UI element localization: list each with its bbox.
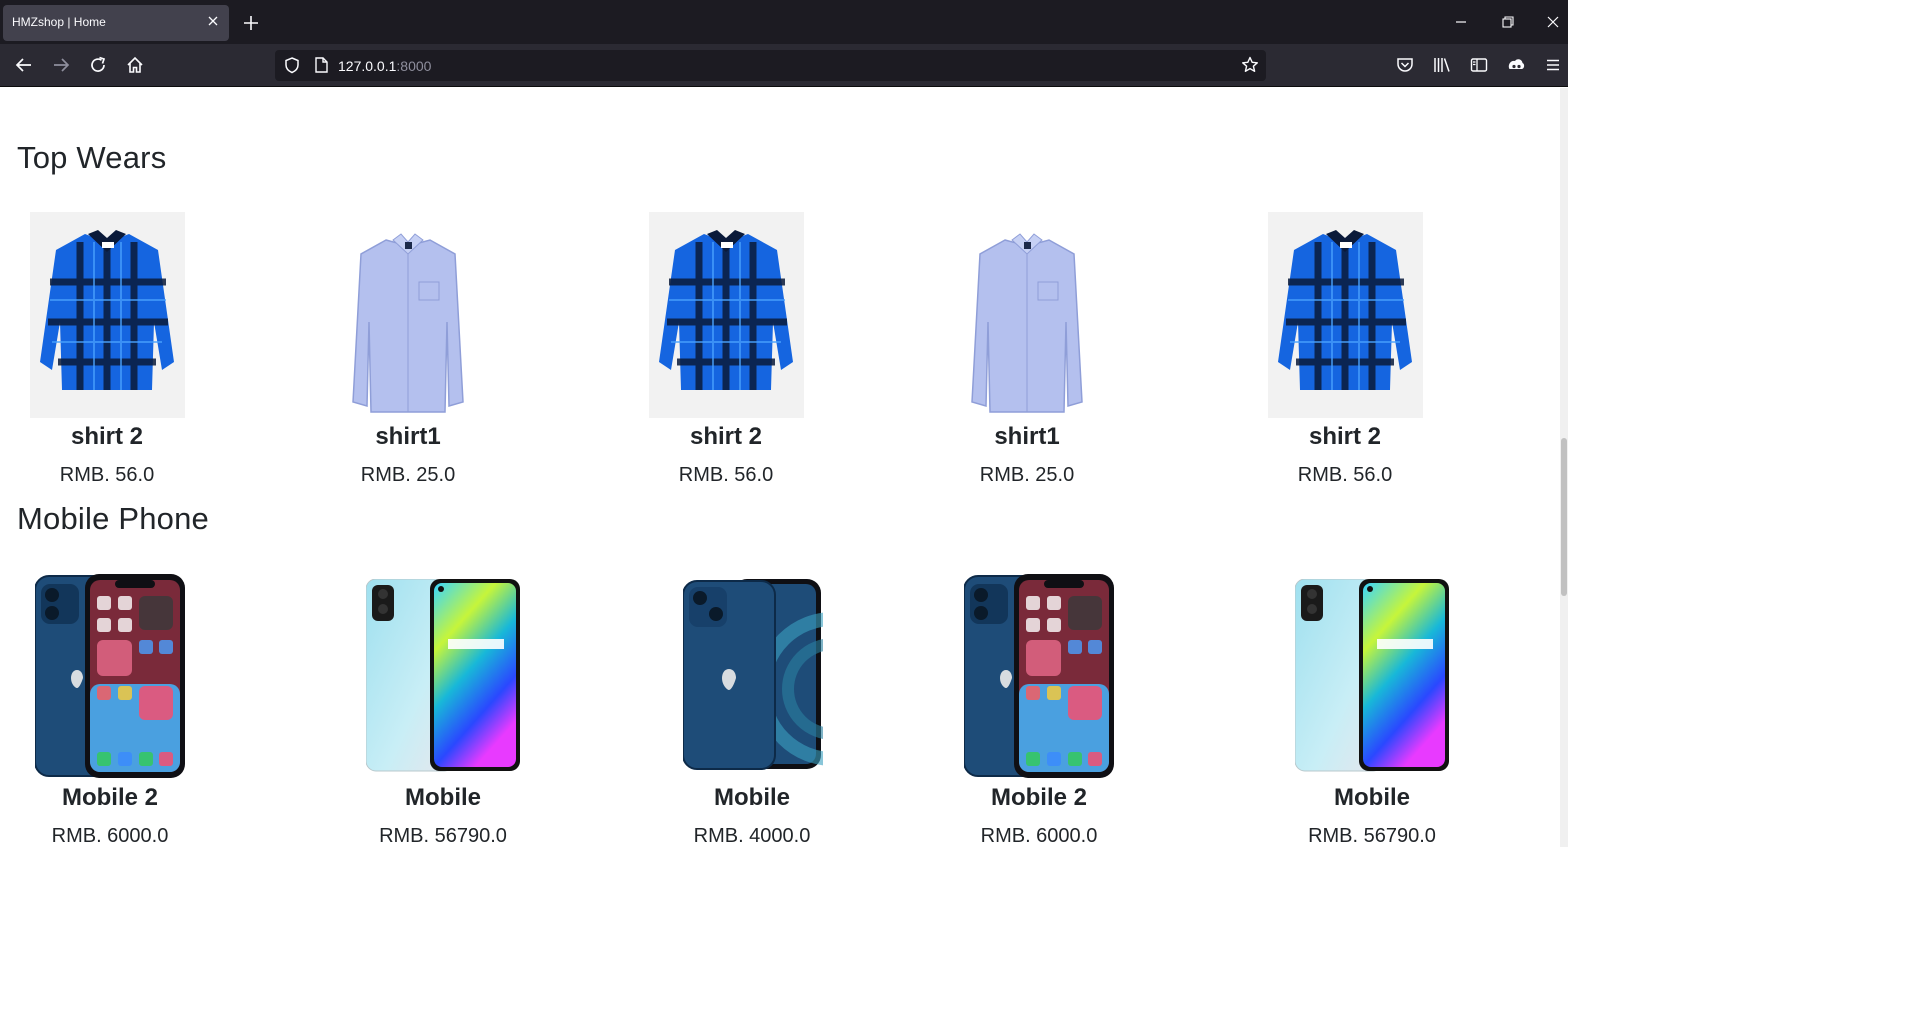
- back-arrow-icon[interactable]: [13, 54, 35, 76]
- address-bar[interactable]: 127.0.0.1:8000: [275, 50, 1266, 81]
- url-port: :8000: [396, 58, 432, 74]
- tab-title: HMZshop | Home: [12, 15, 106, 29]
- product-name[interactable]: Mobile: [652, 784, 852, 812]
- url-text[interactable]: 127.0.0.1:8000: [338, 58, 431, 74]
- product-price: RMB. 25.0: [979, 464, 1075, 486]
- product-price: RMB. 56.0: [1297, 464, 1393, 486]
- page-scrollbar[interactable]: [1560, 88, 1568, 847]
- product-image-realme[interactable]: [1294, 578, 1450, 774]
- minimize-icon[interactable]: [1449, 10, 1473, 34]
- product-card[interactable]: Mobile RMB. 56790.0: [1272, 574, 1472, 847]
- product-name[interactable]: Mobile: [343, 784, 543, 812]
- product-card[interactable]: Mobile 2 RMB. 6000.0: [10, 574, 210, 847]
- forward-arrow-icon[interactable]: [50, 54, 72, 76]
- bookmark-star-icon[interactable]: [1240, 55, 1260, 75]
- product-card[interactable]: Mobile RMB. 4000.0: [652, 574, 910, 847]
- shield-icon[interactable]: [282, 55, 302, 75]
- product-price: RMB. 56790.0: [379, 825, 507, 847]
- page-icon: [311, 55, 331, 75]
- account-icon[interactable]: [1505, 54, 1527, 76]
- sidebar-icon[interactable]: [1468, 54, 1490, 76]
- product-name[interactable]: Mobile: [1272, 784, 1472, 812]
- product-card[interactable]: shirt 2 RMB. 56.0: [626, 212, 826, 492]
- close-tab-icon[interactable]: [205, 13, 221, 29]
- restore-icon[interactable]: [1496, 10, 1520, 34]
- product-name[interactable]: shirt 2: [626, 423, 826, 451]
- product-name[interactable]: Mobile 2: [939, 784, 1139, 812]
- section-title-mobile-phone: Mobile Phone: [17, 501, 209, 536]
- product-price: RMB. 25.0: [360, 464, 456, 486]
- product-price: RMB. 56.0: [59, 464, 155, 486]
- product-price: RMB. 6000.0: [980, 825, 1098, 847]
- product-card[interactable]: Mobile 2 RMB. 6000.0: [939, 574, 1139, 847]
- library-icon[interactable]: [1431, 54, 1453, 76]
- scrollbar-thumb[interactable]: [1561, 438, 1567, 596]
- product-image-plaid-shirt[interactable]: [649, 212, 804, 418]
- product-name[interactable]: shirt 2: [7, 423, 207, 451]
- product-name[interactable]: Mobile 2: [10, 784, 210, 812]
- pocket-icon[interactable]: [1394, 54, 1416, 76]
- product-name[interactable]: shirt 2: [1245, 423, 1445, 451]
- home-icon[interactable]: [124, 54, 146, 76]
- url-host: 127.0.0.1: [338, 58, 397, 74]
- product-image-light-shirt[interactable]: [950, 212, 1105, 418]
- section-title-top-wears: Top Wears: [17, 140, 167, 175]
- product-image-realme[interactable]: [365, 578, 521, 774]
- page-content: Top Wears shirt 2 RMB. 56.0 shirt1 RMB. …: [0, 88, 1560, 847]
- product-price: RMB. 56.0: [678, 464, 774, 486]
- close-window-icon[interactable]: [1541, 10, 1565, 34]
- product-name[interactable]: shirt1: [308, 423, 508, 451]
- product-card[interactable]: shirt 2 RMB. 56.0: [7, 212, 207, 492]
- product-card[interactable]: Mobile RMB. 56790.0: [343, 574, 543, 847]
- product-name[interactable]: shirt1: [927, 423, 1127, 451]
- active-tab[interactable]: HMZshop | Home: [3, 5, 229, 41]
- product-image-plaid-shirt[interactable]: [30, 212, 185, 418]
- product-price: RMB. 6000.0: [51, 825, 169, 847]
- product-card[interactable]: shirt 2 RMB. 56.0: [1245, 212, 1445, 492]
- product-image-light-shirt[interactable]: [331, 212, 486, 418]
- product-image-iphone-pair[interactable]: [34, 574, 185, 779]
- navigation-toolbar: 127.0.0.1:8000: [0, 44, 1568, 87]
- product-card[interactable]: shirt1 RMB. 25.0: [927, 212, 1127, 492]
- product-image-iphone-blue[interactable]: [682, 579, 910, 774]
- product-price: RMB. 56790.0: [1308, 825, 1436, 847]
- reload-icon[interactable]: [87, 54, 109, 76]
- product-card[interactable]: shirt1 RMB. 25.0: [308, 212, 508, 492]
- new-tab-icon[interactable]: [240, 12, 262, 34]
- menu-icon[interactable]: [1542, 54, 1564, 76]
- product-price: RMB. 4000.0: [693, 825, 811, 847]
- tab-bar: HMZshop | Home: [0, 0, 1568, 44]
- product-image-iphone-pair[interactable]: [963, 574, 1114, 779]
- product-image-plaid-shirt[interactable]: [1268, 212, 1423, 418]
